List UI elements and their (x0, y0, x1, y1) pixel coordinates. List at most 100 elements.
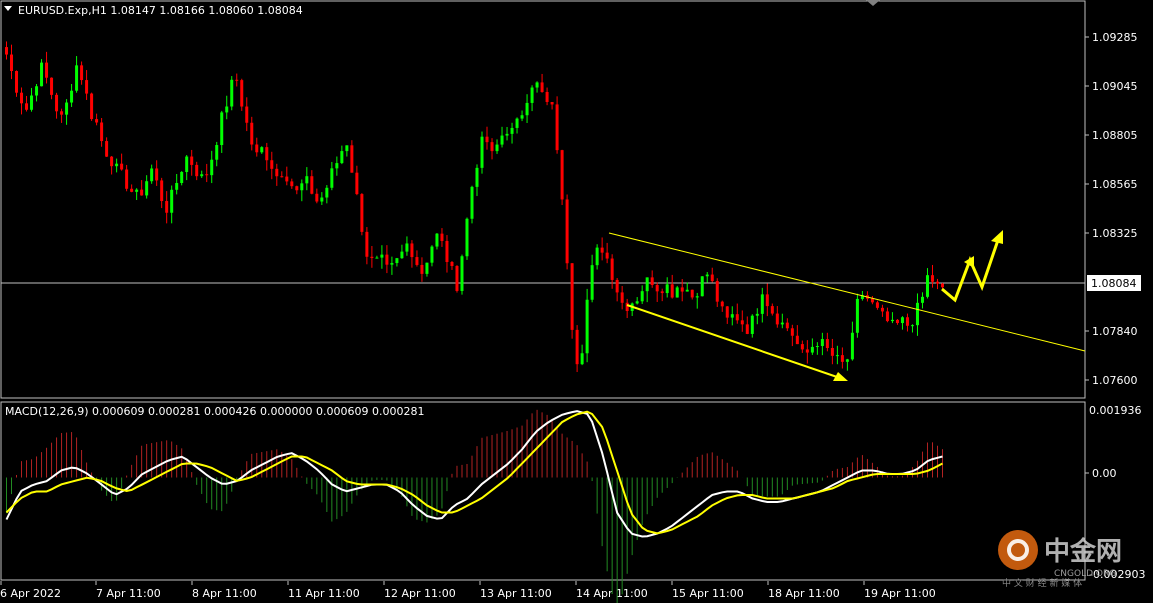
candle-body (390, 263, 394, 265)
candle-body (230, 79, 234, 107)
candle-body (30, 95, 34, 110)
candle-body (345, 145, 349, 152)
candle-body (20, 92, 24, 104)
time-label: 19 Apr 11:00 (864, 587, 936, 600)
candle-body (270, 160, 274, 169)
candle-body (220, 112, 224, 146)
candle-body (725, 306, 729, 318)
candle-body (815, 346, 819, 348)
candle-body (120, 163, 124, 170)
candle-body (545, 91, 549, 102)
candle-body (375, 257, 379, 259)
candle-body (155, 168, 159, 181)
time-label: 6 Apr 2022 (0, 587, 61, 600)
price-tick-label: 1.07840 (1092, 325, 1138, 338)
candle-body (655, 285, 659, 292)
candle-body (835, 355, 839, 357)
candle-body (65, 102, 69, 115)
candle-body (90, 93, 94, 120)
candle-body (590, 265, 594, 300)
candle-body (380, 254, 384, 258)
candle-body (890, 319, 894, 322)
candle-body (165, 201, 169, 213)
candle-body (650, 277, 654, 286)
candle-body (425, 262, 429, 274)
watermark-logo-icon (998, 530, 1038, 570)
candle-body (260, 147, 264, 153)
candle-body (535, 82, 539, 88)
candle-body (130, 188, 134, 192)
chart-canvas[interactable]: EURUSD.Exp,H1 1.08147 1.08166 1.08060 1.… (0, 0, 1153, 603)
candle-body (410, 243, 414, 258)
candle-body (325, 187, 329, 198)
candle-body (820, 339, 824, 347)
candle-body (255, 144, 259, 153)
symbol-header: EURUSD.Exp,H1 1.08147 1.08166 1.08060 1.… (18, 4, 303, 17)
candle-body (170, 189, 174, 213)
time-label: 7 Apr 11:00 (96, 587, 161, 600)
time-label: 8 Apr 11:00 (192, 587, 257, 600)
candle-body (60, 111, 64, 115)
candle-body (85, 80, 89, 94)
candle-body (750, 315, 754, 334)
candle-body (775, 313, 779, 325)
candle-body (795, 335, 799, 345)
candle-body (595, 247, 599, 266)
candle-body (635, 301, 639, 304)
candle-body (340, 151, 344, 164)
candle-body (430, 246, 434, 263)
candle-body (615, 279, 619, 293)
candle-body (200, 174, 204, 177)
candle-body (620, 292, 624, 303)
candle-body (5, 47, 9, 55)
candle-body (925, 275, 929, 297)
candle-body (355, 172, 359, 195)
candle-body (720, 301, 724, 307)
candle-body (805, 349, 809, 353)
candle-body (310, 176, 314, 194)
watermark-tagline: 中 文 财 经 新 媒 体 (1002, 577, 1082, 588)
candle-body (830, 348, 834, 356)
candle-body (450, 262, 454, 267)
candle-body (555, 104, 559, 151)
candle-body (845, 359, 849, 362)
candle-body (525, 102, 529, 116)
candle-body (645, 277, 649, 292)
candle-body (710, 274, 714, 282)
watermark-brand: 中金网 (1044, 536, 1122, 567)
candle-body (435, 233, 439, 247)
candle-body (810, 346, 814, 353)
candle-body (50, 77, 54, 95)
candle-body (415, 257, 419, 265)
candle-body (540, 82, 544, 92)
candle-body (550, 101, 554, 105)
candle-body (875, 302, 879, 308)
candle-body (480, 136, 484, 168)
candle-body (600, 247, 604, 253)
candle-body (385, 254, 389, 265)
candle-body (80, 65, 84, 81)
candle-body (730, 314, 734, 318)
time-label: 13 Apr 11:00 (480, 587, 552, 600)
candle-body (895, 319, 899, 324)
price-tick-label: 1.08565 (1092, 178, 1138, 191)
candle-body (940, 283, 944, 288)
candle-body (695, 296, 699, 298)
candle-body (765, 294, 769, 307)
candle-body (560, 150, 564, 200)
candle-body (55, 94, 59, 112)
candle-body (700, 276, 704, 297)
macd-tick-label: 0.00 (1092, 467, 1117, 480)
candle-body (25, 103, 29, 110)
candle-body (35, 86, 39, 96)
candle-body (530, 87, 534, 103)
candle-body (870, 298, 874, 303)
candle-body (250, 122, 254, 145)
candle-body (745, 324, 749, 334)
candle-body (715, 281, 719, 302)
watermark: 中金网 CNGOLD.ORG 中 文 财 经 新 媒 体 (996, 528, 1146, 589)
candle-body (315, 193, 319, 202)
price-tick-label: 1.08325 (1092, 227, 1138, 240)
time-label: 11 Apr 11:00 (288, 587, 360, 600)
candle-body (370, 256, 374, 258)
